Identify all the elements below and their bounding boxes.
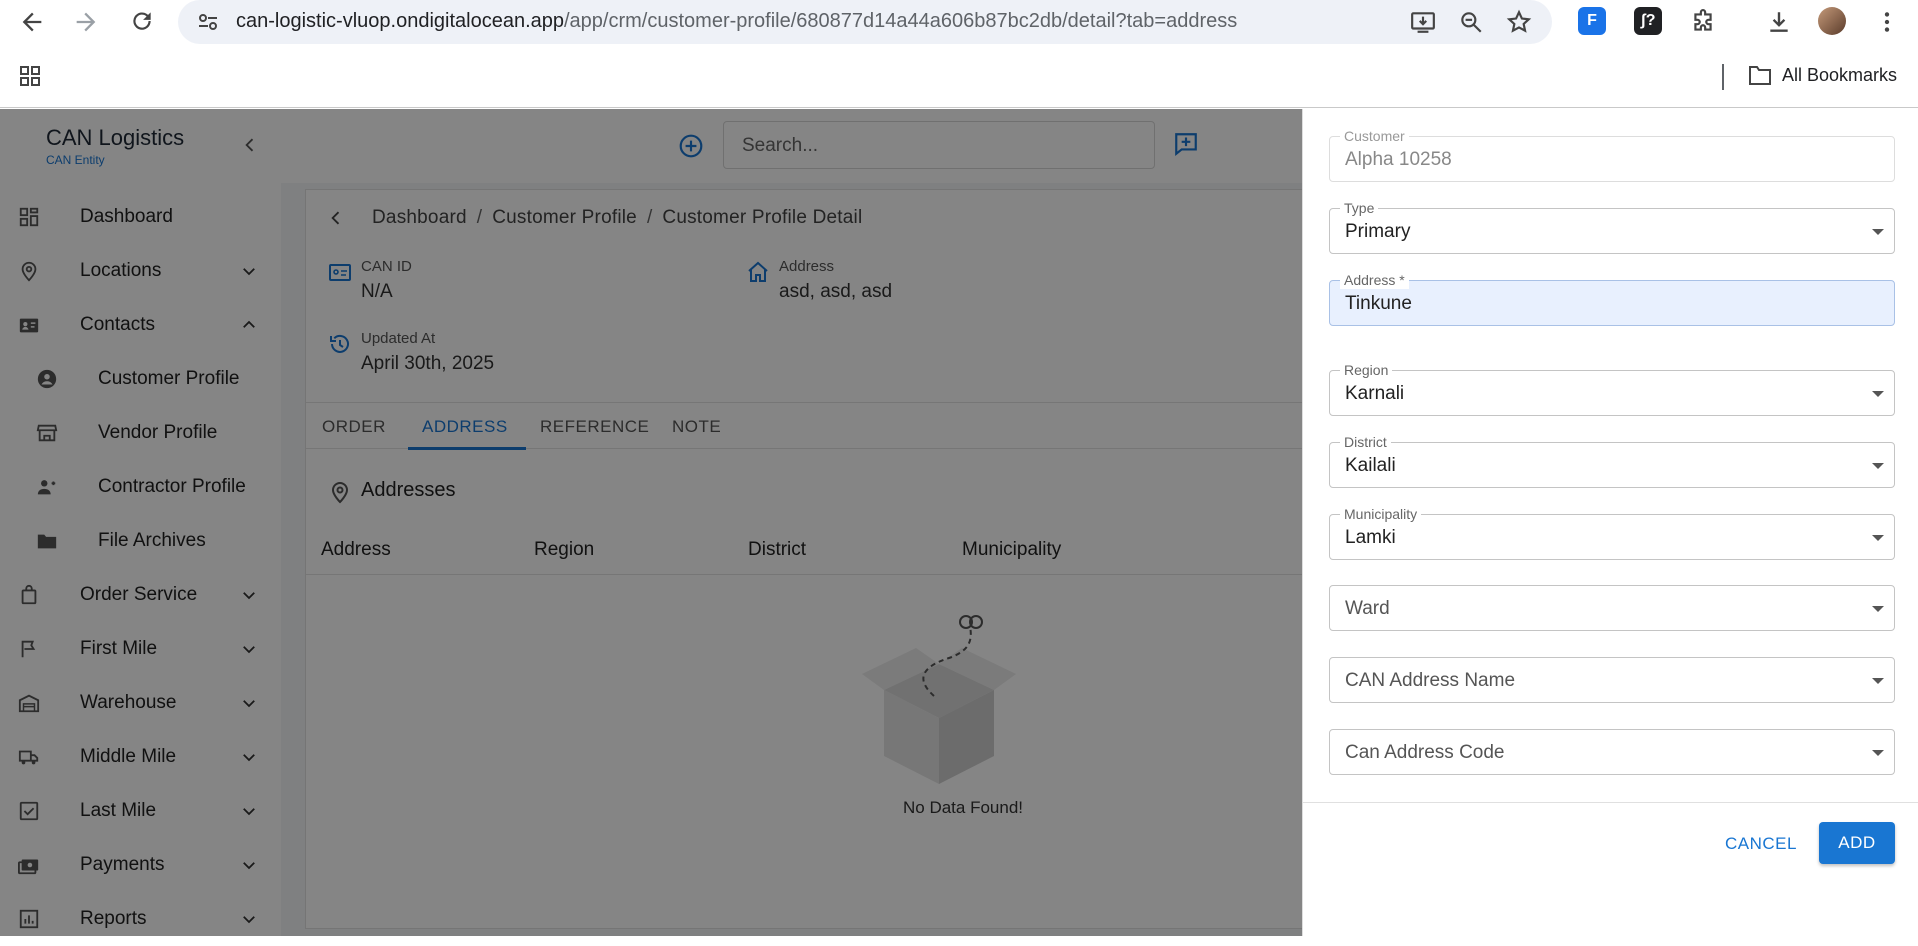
bookmark-star-icon[interactable] — [1506, 9, 1532, 35]
address-bar[interactable]: can-logistic-vluop.ondigitalocean.app/ap… — [178, 0, 1552, 44]
dropdown-arrow-icon — [1872, 229, 1884, 235]
profile-avatar[interactable] — [1818, 7, 1846, 35]
region-select[interactable]: Region Karnali — [1329, 361, 1895, 416]
dropdown-arrow-icon — [1872, 391, 1884, 397]
dropdown-arrow-icon — [1872, 463, 1884, 469]
dropdown-arrow-icon — [1872, 750, 1884, 756]
extension-formula-icon[interactable]: ʃ? — [1634, 7, 1662, 35]
type-select-value: Primary — [1345, 221, 1411, 242]
municipality-select-label: Municipality — [1340, 505, 1422, 523]
dropdown-arrow-icon — [1872, 535, 1884, 541]
address-input[interactable]: Address * Tinkune — [1329, 271, 1895, 326]
municipality-select-value: Lamki — [1345, 527, 1396, 548]
back-arrow-icon[interactable] — [18, 8, 46, 36]
install-app-icon[interactable] — [1410, 9, 1436, 35]
reload-icon[interactable] — [128, 8, 156, 36]
address-input-value: Tinkune — [1345, 293, 1412, 314]
browser-chrome: can-logistic-vluop.ondigitalocean.app/ap… — [0, 0, 1918, 108]
can-address-code-placeholder: Can Address Code — [1345, 742, 1505, 763]
district-select-label: District — [1340, 433, 1391, 451]
add-button[interactable]: ADD — [1819, 822, 1895, 864]
customer-field-value: Alpha 10258 — [1345, 149, 1452, 170]
zoom-icon[interactable] — [1458, 9, 1484, 35]
site-settings-icon[interactable] — [196, 10, 220, 34]
menu-kebab-icon[interactable] — [1874, 9, 1900, 35]
folder-icon — [1749, 66, 1771, 85]
can-address-name-select[interactable]: CAN Address Name — [1329, 657, 1895, 703]
can-address-name-placeholder: CAN Address Name — [1345, 670, 1516, 691]
customer-field-label: Customer — [1340, 127, 1409, 145]
url-host: can-logistic-vluop.ondigitalocean.app — [236, 10, 564, 32]
dropdown-arrow-icon — [1872, 606, 1884, 612]
region-select-value: Karnali — [1345, 383, 1405, 404]
forward-arrow-icon[interactable] — [72, 8, 100, 36]
type-select-label: Type — [1340, 199, 1379, 217]
ward-select-placeholder: Ward — [1345, 598, 1390, 619]
district-select-value: Kailali — [1345, 455, 1396, 476]
modal-backdrop[interactable] — [0, 109, 1302, 936]
address-input-label: Address * — [1340, 271, 1409, 289]
url-path: /app/crm/customer-profile/680877d14a44a6… — [564, 10, 1238, 32]
bookmarks-divider — [1722, 64, 1724, 90]
all-bookmarks-label: All Bookmarks — [1782, 64, 1898, 85]
extension-f-icon[interactable]: F — [1578, 7, 1606, 35]
drawer-divider — [1303, 802, 1918, 803]
downloads-icon[interactable] — [1766, 9, 1792, 35]
url-text: can-logistic-vluop.ondigitalocean.app/ap… — [236, 10, 1237, 33]
all-bookmarks[interactable]: All Bookmarks — [1748, 64, 1897, 86]
customer-field: Customer Alpha 10258 — [1329, 127, 1895, 182]
municipality-select[interactable]: Municipality Lamki — [1329, 505, 1895, 560]
ward-select[interactable]: Ward — [1329, 585, 1895, 631]
apps-grid-icon[interactable] — [18, 64, 42, 88]
extensions-puzzle-icon[interactable] — [1690, 9, 1716, 35]
dropdown-arrow-icon — [1872, 678, 1884, 684]
can-address-code-select[interactable]: Can Address Code — [1329, 729, 1895, 775]
type-select[interactable]: Type Primary — [1329, 199, 1895, 254]
cancel-button[interactable]: CANCEL — [1719, 824, 1803, 864]
district-select[interactable]: District Kailali — [1329, 433, 1895, 488]
region-select-label: Region — [1340, 361, 1393, 379]
add-address-drawer: Customer Alpha 10258 Type Primary Addres… — [1302, 109, 1918, 936]
